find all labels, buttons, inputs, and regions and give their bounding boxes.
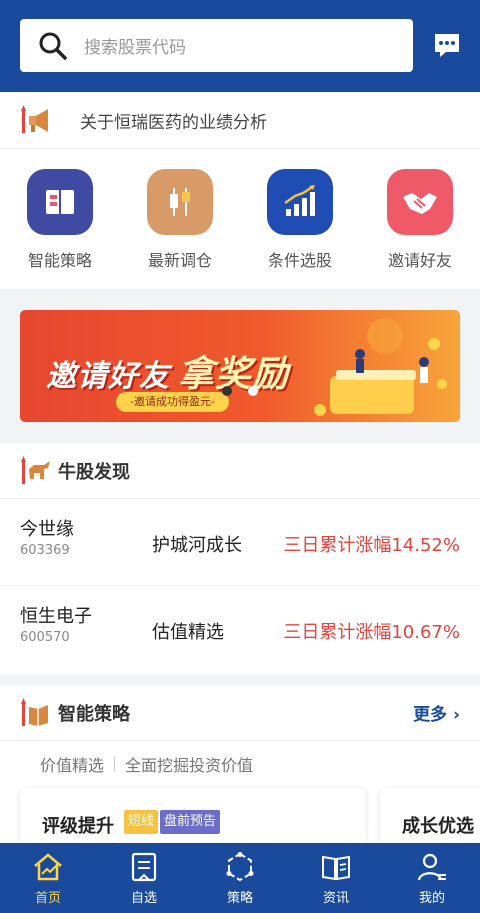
- bull-stock-section: 牛股发现 今世缘 603369 护城河成长 三日累计涨幅14.52% 恒生电子 …: [0, 443, 480, 675]
- stock-tag: 估值精选: [152, 622, 224, 643]
- stock-name: 恒生电子: [20, 606, 92, 627]
- nav-watchlist[interactable]: 自选: [96, 843, 192, 913]
- banner-area: 邀请好友 拿奖励 -邀请成功得盈元-: [0, 289, 480, 443]
- bar-chart-icon: [267, 169, 333, 235]
- quick-label: 智能策略: [27, 251, 92, 270]
- section-title: 牛股发现: [58, 461, 130, 483]
- bottom-nav: 首页 自选 策略 资讯 我的: [0, 843, 480, 913]
- banner-subtitle: -邀请成功得盈元-: [116, 392, 229, 412]
- nav-label: 策略: [226, 891, 253, 906]
- strategy-header: 智能策略 更多 ›: [0, 685, 480, 741]
- quick-label: 邀请好友: [387, 251, 452, 270]
- quick-menu: 智能策略 最新调仓 条件选股 邀请好友: [0, 149, 480, 289]
- stock-row[interactable]: 恒生电子 600570 估值精选 三日累计涨幅10.67%: [0, 586, 480, 673]
- strategy-card-rating-upgrade[interactable]: 评级提升 短线 盘前预告: [20, 788, 366, 846]
- quick-item-latest-rebalance[interactable]: 最新调仓: [120, 149, 240, 289]
- quick-item-invite-friends[interactable]: 邀请好友: [360, 149, 480, 289]
- news-ticker[interactable]: 关于恒瑞医药的业绩分析: [0, 92, 480, 149]
- stock-code: 600570: [20, 630, 70, 645]
- nav-label: 自选: [130, 891, 157, 906]
- banner-title-text: 邀请好友: [46, 359, 170, 394]
- carousel-dot-2[interactable]: [248, 386, 258, 396]
- top-bar: 搜索股票代码: [0, 0, 480, 92]
- stock-code: 603369: [20, 543, 70, 558]
- more-label: 更多: [413, 705, 448, 725]
- bull-icon: [21, 455, 50, 484]
- nav-profile[interactable]: 我的: [384, 843, 480, 913]
- nav-label: 资讯: [322, 891, 349, 906]
- strategy-card-growth-pick[interactable]: 成长优选: [380, 788, 480, 846]
- search-placeholder: 搜索股票代码: [84, 38, 186, 58]
- strategy-sub-desc: 全面挖掘投资价值: [125, 756, 254, 775]
- strategy-sub-name: 价值精选: [40, 756, 105, 775]
- profile-icon: [417, 853, 446, 881]
- divider: [114, 756, 116, 772]
- chevron-right-icon: ›: [447, 705, 460, 725]
- news-icon: [322, 855, 350, 881]
- stock-row[interactable]: 今世缘 603369 护城河成长 三日累计涨幅14.52%: [0, 499, 480, 586]
- home-icon: [34, 853, 62, 881]
- banner-illustration: [314, 318, 447, 416]
- short-term-badge: 短线: [124, 810, 159, 834]
- candlestick-icon: [147, 169, 213, 235]
- quick-label: 最新调仓: [147, 251, 212, 270]
- search-box[interactable]: 搜索股票代码: [20, 19, 413, 72]
- carousel-dot-1[interactable]: [222, 386, 232, 396]
- quick-item-smart-strategy[interactable]: 智能策略: [0, 149, 120, 289]
- nav-home[interactable]: 首页: [0, 843, 96, 913]
- card-title: 成长优选: [402, 816, 474, 837]
- nav-label: 我的: [418, 891, 445, 906]
- book-icon: [27, 169, 93, 235]
- stock-rise: 三日累计涨幅10.67%: [283, 622, 460, 643]
- section-title: 智能策略: [58, 703, 130, 725]
- megaphone-icon: [21, 105, 48, 133]
- nav-news[interactable]: 资讯: [288, 843, 384, 913]
- card-title: 评级提升: [42, 816, 114, 837]
- more-link[interactable]: 更多 ›: [413, 700, 460, 725]
- news-text: 关于恒瑞医药的业绩分析: [80, 112, 267, 133]
- search-icon: [39, 32, 67, 60]
- stock-tag: 护城河成长: [152, 535, 242, 556]
- strategy-icon: [226, 852, 254, 882]
- promo-banner[interactable]: 邀请好友 拿奖励 -邀请成功得盈元-: [20, 310, 460, 422]
- strategy-subtitle: 价值精选 全面挖掘投资价值: [0, 741, 480, 787]
- handshake-icon: [387, 169, 453, 235]
- quick-item-condition-stock-pick[interactable]: 条件选股: [240, 149, 360, 289]
- stock-name: 今世缘: [20, 519, 74, 540]
- premarket-badge: 盘前预告: [160, 810, 221, 834]
- quick-label: 条件选股: [267, 251, 332, 270]
- message-icon[interactable]: [432, 30, 462, 60]
- nav-label: 首页: [34, 891, 61, 906]
- watchlist-icon: [131, 852, 157, 882]
- bull-stock-header: 牛股发现: [0, 443, 480, 499]
- nav-strategy[interactable]: 策略: [192, 843, 288, 913]
- stock-rise: 三日累计涨幅14.52%: [283, 535, 460, 556]
- banner-title-big: 拿奖励: [178, 354, 290, 395]
- book-stack-icon: [21, 697, 48, 726]
